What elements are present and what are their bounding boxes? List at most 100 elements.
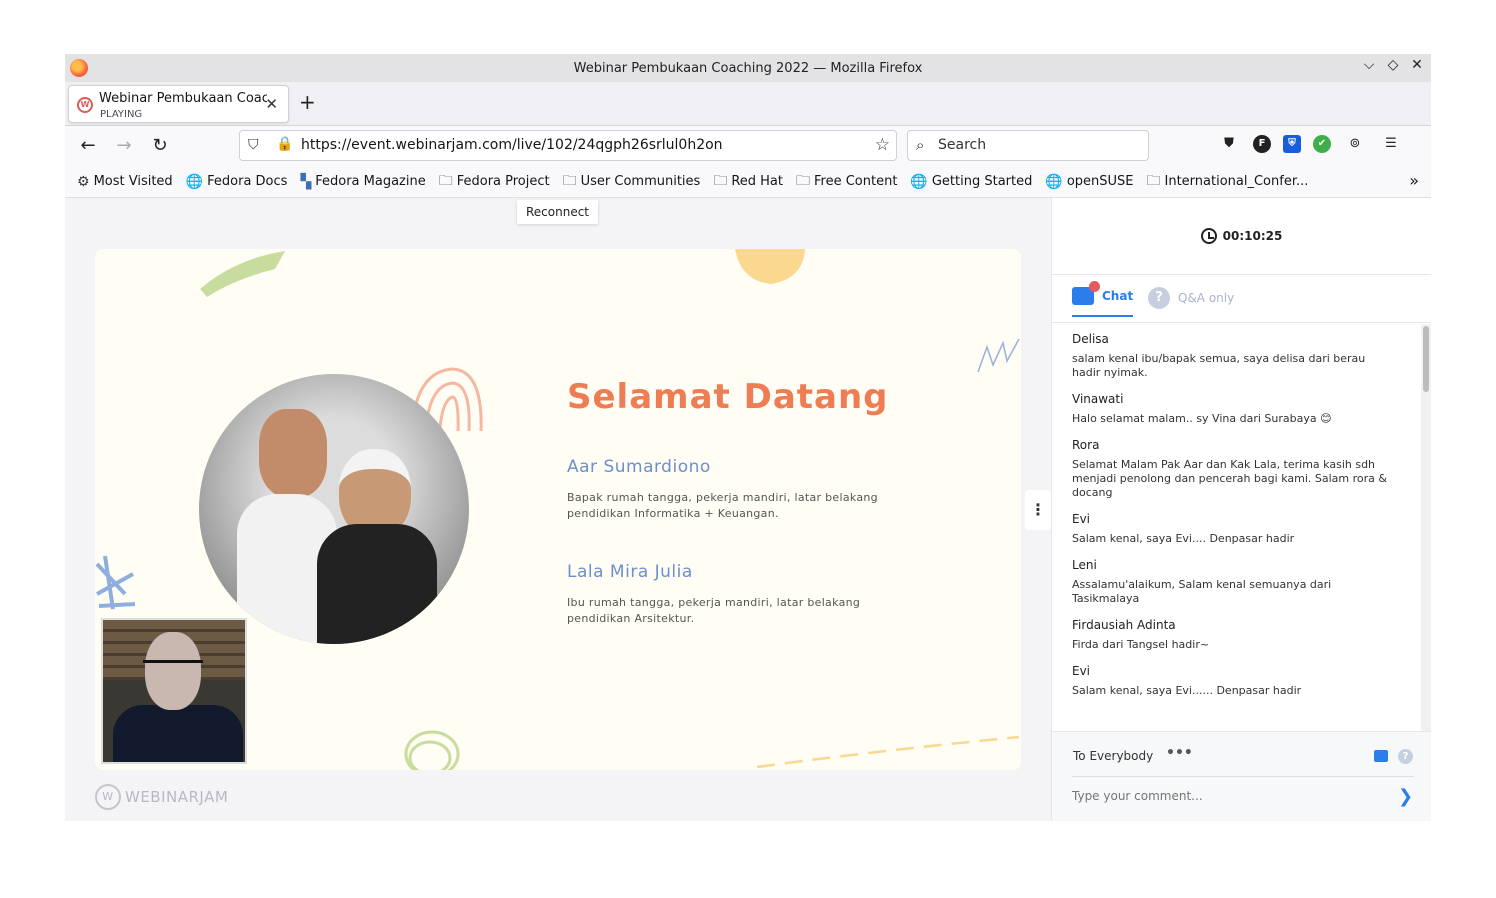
chat-message: Evi Salam kenal, saya Evi.... Denpasar ha… (1072, 512, 1392, 546)
tab-qa-label: Q&A only (1178, 291, 1235, 305)
folder-icon: 🗀 (713, 172, 728, 189)
folder-icon: 🗀 (562, 172, 577, 189)
decorative-scribble-blue (95, 555, 136, 610)
browser-window: Webinar Pembukaan Coaching 2022 — Mozill… (65, 54, 1431, 821)
message-author: Rora (1072, 438, 1100, 452)
decorative-blob-yellow (735, 249, 805, 284)
reconnect-tooltip[interactable]: Reconnect (517, 200, 598, 224)
bookmarks-overflow-button[interactable]: » (1409, 171, 1419, 190)
speaker1-description: Bapak rumah tangga, pekerja mandiri, lat… (567, 491, 878, 520)
tab-chat-label: Chat (1102, 289, 1134, 303)
bookmark-red-hat[interactable]: 🗀 Red Hat (713, 170, 783, 194)
titlebar: Webinar Pembukaan Coaching 2022 — Mozill… (65, 54, 1431, 82)
more-options-button[interactable]: ⋮ (1025, 490, 1051, 530)
shield-icon[interactable]: ⛉ (248, 137, 259, 153)
reload-button[interactable]: ↻ (149, 135, 171, 156)
bookmark-label: Fedora Magazine (315, 174, 426, 189)
scrollbar-thumb[interactable] (1423, 326, 1429, 392)
bitwarden-icon[interactable]: ⛨ (1283, 135, 1301, 153)
message-text: Halo selamat malam.. sy Vina dari Suraba… (1072, 412, 1332, 425)
chat-message: Delisa salam kenal ibu/bapak semua, saya … (1072, 332, 1392, 380)
slide-title: Selamat Datang (567, 377, 889, 417)
message-author: Vinawati (1072, 392, 1124, 406)
bookmark-free-content[interactable]: 🗀 Free Content (796, 170, 897, 194)
message-text: Salam kenal, saya Evi...... Denpasar had… (1072, 684, 1302, 697)
compose-divider (1072, 776, 1414, 777)
globe-icon: 🌐 (185, 173, 204, 190)
minimize-button[interactable]: ⌵ (1361, 57, 1377, 73)
close-window-button[interactable]: ✕ (1409, 57, 1425, 73)
speaker2-body (317, 524, 437, 644)
speaker2-description: Ibu rumah tangga, pekerja mandiri, latar… (567, 596, 861, 625)
brand-text: WEBINARJAM (125, 788, 229, 806)
forward-button[interactable]: → (113, 135, 135, 156)
search-bar[interactable]: ⌕ Search (907, 130, 1149, 161)
chat-panel: 00:10:25 Chat ? Q&A only Delisa salam ken… (1051, 198, 1431, 821)
tab-close-button[interactable]: ✕ (265, 95, 278, 113)
folder-icon: 🗀 (438, 172, 453, 189)
hamburger-menu-icon[interactable]: ☰ (1379, 132, 1403, 156)
bookmark-label: Most Visited (93, 174, 173, 189)
search-placeholder[interactable]: Search (938, 137, 986, 153)
more-options-dots-button[interactable]: ••• (1166, 745, 1193, 761)
decorative-brush-green (200, 251, 285, 297)
lock-icon[interactable]: 🔒 (276, 136, 293, 152)
tab-webinar[interactable]: W Webinar Pembukaan Coaching 2022 PLAYIN… (68, 85, 289, 123)
panel-tabs: Chat ? Q&A only (1052, 275, 1431, 323)
pocket-icon[interactable]: ⛊ (1217, 132, 1241, 156)
clock-icon (1200, 228, 1217, 244)
globe-icon: 🌐 (1045, 173, 1063, 190)
bookmark-label: Red Hat (731, 174, 783, 189)
bookmark-most-visited[interactable]: ⚙ Most Visited (77, 174, 173, 190)
chat-mode-icon[interactable] (1374, 750, 1388, 762)
bookmark-label: User Communities (580, 174, 701, 189)
chat-bubble-icon (1072, 281, 1100, 305)
shield-extension-icon[interactable]: ✔ (1313, 135, 1331, 153)
decorative-scribble-green (404, 730, 460, 770)
bookmark-star-icon[interactable]: ☆ (875, 135, 890, 155)
bookmark-opensuse[interactable]: 🌐 openSUSE (1045, 174, 1133, 190)
firefox-logo-icon (70, 59, 88, 77)
recipient-selector[interactable]: To Everybody (1073, 749, 1153, 763)
bookmark-label: openSUSE (1066, 174, 1134, 189)
back-button[interactable]: ← (77, 135, 99, 156)
maximize-button[interactable]: ◇ (1385, 57, 1401, 73)
bookmark-getting-started[interactable]: 🌐 Getting Started (910, 174, 1032, 190)
question-mode-icon[interactable]: ? (1398, 749, 1413, 764)
url-text[interactable]: https://event.webinarjam.com/live/102/24… (301, 137, 723, 153)
bookmark-label: International_Confer... (1164, 174, 1309, 189)
folder-icon: 🗀 (1146, 172, 1161, 189)
new-tab-button[interactable]: + (299, 90, 316, 114)
bookmark-fedora-magazine[interactable]: ▚ Fedora Magazine (300, 174, 425, 190)
chat-message: Leni Assalamu'alaikum, Salam kenal semuan… (1072, 558, 1392, 606)
speaker1-name: Aar Sumardiono (567, 457, 711, 477)
chat-message: Evi Salam kenal, saya Evi...... Denpasar … (1072, 664, 1392, 698)
navigation-toolbar: ← → ↻ ⛉ 🔒 https://event.webinarjam.com/l… (65, 126, 1431, 166)
webinarjam-logo-icon: W (95, 784, 121, 810)
tab-title: Webinar Pembukaan Coaching 2022 (99, 91, 267, 106)
extension-link-icon[interactable]: ⊚ (1343, 132, 1367, 156)
bookmark-international-conference[interactable]: 🗀 International_Confer... (1147, 170, 1309, 194)
globe-icon: 🌐 (910, 173, 928, 190)
comment-input[interactable] (1072, 789, 1372, 803)
message-text: Firda dari Tangsel hadir~ (1072, 638, 1210, 651)
send-button[interactable]: ❯ (1398, 786, 1413, 807)
window-title: Webinar Pembukaan Coaching 2022 — Mozill… (573, 60, 923, 76)
message-author: Evi (1072, 664, 1091, 678)
bookmark-fedora-project[interactable]: 🗀 Fedora Project (439, 170, 550, 194)
window-controls: ⌵ ◇ ✕ (1361, 57, 1425, 73)
bookmark-fedora-docs[interactable]: 🌐 Fedora Docs (186, 174, 288, 190)
webcam-presenter-glasses (143, 660, 203, 672)
speaker1-face (259, 409, 327, 497)
chat-scrollbar[interactable] (1421, 324, 1431, 731)
question-icon: ? (1148, 287, 1170, 309)
url-bar[interactable]: ⛉ 🔒 https://event.webinarjam.com/live/10… (239, 130, 897, 161)
decorative-zigzag (977, 338, 1020, 373)
chat-messages[interactable]: Delisa salam kenal ibu/bapak semua, saya … (1052, 324, 1422, 731)
bookmark-user-communities[interactable]: 🗀 User Communities (563, 170, 701, 194)
message-author: Leni (1072, 558, 1097, 572)
tab-chat[interactable]: Chat (1072, 281, 1134, 317)
extension-f-icon[interactable]: F (1253, 135, 1271, 153)
presenter-webcam[interactable] (101, 618, 247, 764)
tab-qa[interactable]: ? Q&A only (1148, 287, 1234, 309)
